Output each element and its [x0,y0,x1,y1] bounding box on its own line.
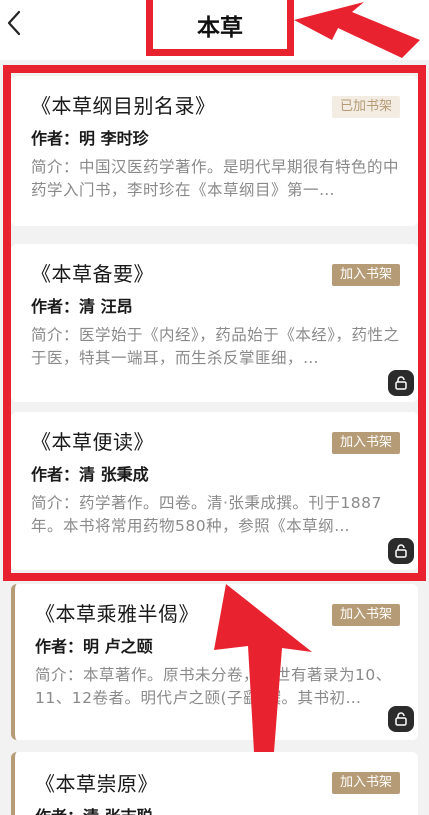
page-title: 本草 [197,14,243,41]
book-author: 作者：清 张志聪 [35,806,404,815]
add-to-shelf-button[interactable]: 加入书架 [331,604,400,626]
book-card[interactable]: 《本草崇原》 作者：清 张志聪 加入书架 [11,752,418,815]
book-card[interactable]: 《本草便读》 作者：清 张秉成 简介：药学著作。四卷。清·张秉成撰。刊于1887… [11,412,418,570]
arrow-annotation-icon [294,2,420,58]
book-author: 作者：清 张秉成 [31,465,149,484]
added-to-shelf-badge[interactable]: 已加书架 [331,96,400,118]
arrow-annotation-icon [214,584,312,752]
add-to-shelf-button[interactable]: 加入书架 [331,432,400,454]
chevron-left-icon [7,10,21,36]
book-author: 作者：清 汪昂 [31,297,133,316]
lock-icon[interactable] [388,706,414,732]
page-title-highlight: 本草 [146,0,294,56]
back-button[interactable] [2,8,26,38]
book-card[interactable]: 《本草备要》 作者：清 汪昂 简介：医学始于《内经》，药品始于《本经》，药性之于… [11,244,418,402]
lock-icon[interactable] [388,370,414,396]
book-intro: 简介：医学始于《内经》，药品始于《本经》，药性之于医，特其一端耳，而生杀反掌匪细… [31,326,400,367]
book-card[interactable]: 《本草纲目别名录》 作者：明 李时珍 简介：中国汉医药学著作。是明代早期很有特色… [11,76,418,226]
add-to-shelf-button[interactable]: 加入书架 [331,772,400,794]
add-to-shelf-button[interactable]: 加入书架 [331,264,400,286]
lock-icon[interactable] [388,538,414,564]
book-author: 作者：明 李时珍 [31,129,149,148]
book-intro: 简介：中国汉医药学著作。是明代早期很有特色的中药学入门书，李时珍在《本草纲目》第… [31,158,400,199]
book-intro: 简介：药学著作。四卷。清·张秉成撰。刊于1887年。本书将常用药物580种，参照… [31,494,382,535]
